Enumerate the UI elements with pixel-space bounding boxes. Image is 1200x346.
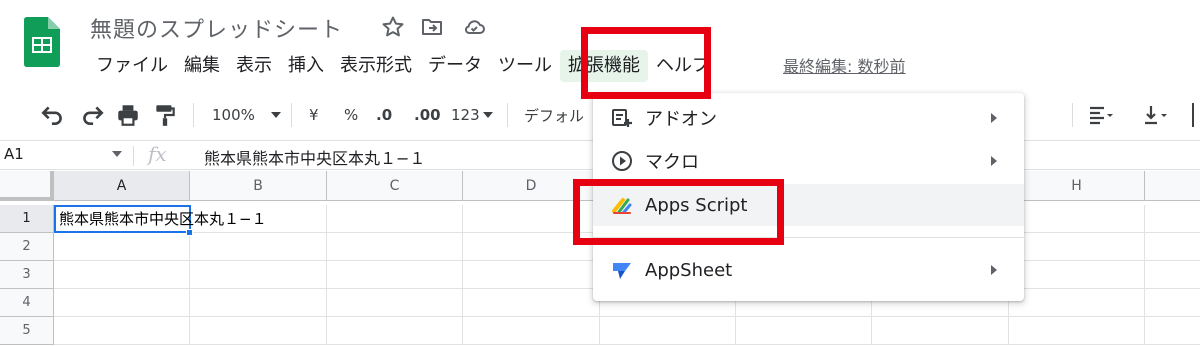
menu-item-apps-script[interactable]: Apps Script xyxy=(593,184,1024,226)
extensions-menu: アドオン マクロ Apps Script AppSheet xyxy=(593,93,1024,301)
apps-script-icon xyxy=(612,198,632,214)
grid-cell[interactable] xyxy=(190,289,327,317)
decrease-decimal-button[interactable]: .0 xyxy=(376,102,392,128)
grid-cell[interactable] xyxy=(1145,317,1200,345)
grid-cell[interactable] xyxy=(327,317,463,345)
menu-format[interactable]: 表示形式 xyxy=(332,50,420,82)
grid-cell[interactable] xyxy=(327,205,463,233)
grid-cell[interactable] xyxy=(54,233,190,261)
grid-cell[interactable] xyxy=(1009,261,1145,289)
grid-cell[interactable] xyxy=(327,289,463,317)
grid-cell[interactable] xyxy=(463,317,600,345)
grid-cell[interactable] xyxy=(872,317,1009,345)
grid-cell[interactable] xyxy=(1009,205,1145,233)
font-family-select[interactable]: デフォル xyxy=(524,102,584,128)
fx-icon: fx xyxy=(148,142,167,166)
grid-cell[interactable] xyxy=(327,261,463,289)
grid-cell[interactable] xyxy=(54,261,190,289)
menu-insert[interactable]: 挿入 xyxy=(280,50,332,82)
menu-view[interactable]: 表示 xyxy=(228,50,280,82)
grid-cell[interactable] xyxy=(190,317,327,345)
menu-help[interactable]: ヘルプ xyxy=(648,50,718,82)
grid-cell[interactable] xyxy=(463,261,600,289)
document-title[interactable]: 無題のスプレッドシート xyxy=(90,12,343,44)
submenu-arrow-icon xyxy=(991,113,997,123)
menu-bar: ファイル 編集 表示 挿入 表示形式 データ ツール 拡張機能 ヘルプ xyxy=(88,50,718,82)
undo-icon[interactable] xyxy=(40,102,66,128)
row-header-2[interactable]: 2 xyxy=(0,233,54,261)
menu-item-appsheet[interactable]: AppSheet xyxy=(593,249,1024,291)
row-header-5[interactable]: 5 xyxy=(0,317,54,345)
grid-cell[interactable] xyxy=(190,261,327,289)
column-header-d[interactable]: D xyxy=(463,171,600,201)
vertical-align-icon[interactable] xyxy=(1142,102,1168,128)
grid-cell[interactable] xyxy=(1145,261,1200,289)
menu-extensions[interactable]: 拡張機能 xyxy=(560,50,648,82)
currency-format-button[interactable]: ¥ xyxy=(309,102,319,128)
menu-divider xyxy=(593,237,1024,238)
redo-icon[interactable] xyxy=(79,102,105,128)
horizontal-align-icon[interactable] xyxy=(1087,102,1113,128)
more-formats-button[interactable]: 123 xyxy=(451,102,493,128)
submenu-arrow-icon xyxy=(991,156,997,166)
column-header-h[interactable]: H xyxy=(1009,171,1145,201)
grid-cell[interactable] xyxy=(54,289,190,317)
grid-cell[interactable] xyxy=(1145,205,1200,233)
percent-format-button[interactable]: % xyxy=(344,102,358,128)
addon-icon xyxy=(612,109,632,127)
menu-edit[interactable]: 編集 xyxy=(176,50,228,82)
grid-cell[interactable] xyxy=(327,233,463,261)
chevron-down-icon[interactable] xyxy=(112,151,122,157)
grid-cell[interactable] xyxy=(1009,317,1145,345)
grid-cell[interactable] xyxy=(736,317,872,345)
chevron-down-icon xyxy=(270,112,281,118)
increase-decimal-button[interactable]: .00 xyxy=(414,102,441,128)
grid-cell[interactable] xyxy=(1009,289,1145,317)
menu-tools[interactable]: ツール xyxy=(490,50,560,82)
grid-cell[interactable] xyxy=(1009,233,1145,261)
star-icon[interactable] xyxy=(381,15,405,39)
sheets-logo-icon[interactable] xyxy=(24,17,60,67)
appsheet-icon xyxy=(613,263,631,279)
grid-cell[interactable] xyxy=(1145,289,1200,317)
grid-cell[interactable] xyxy=(600,317,736,345)
cell-a1[interactable]: 熊本県熊本市中央区本丸１−１ xyxy=(54,205,267,233)
name-box[interactable]: A1 xyxy=(4,145,24,163)
submenu-arrow-icon xyxy=(991,265,997,275)
row-header-3[interactable]: 3 xyxy=(0,261,54,289)
select-all-corner[interactable] xyxy=(0,171,54,201)
last-edit-link[interactable]: 最終編集: 数秒前 xyxy=(783,53,905,77)
menu-item-addons[interactable]: アドオン xyxy=(593,97,1024,139)
column-header-a[interactable]: A xyxy=(54,171,190,201)
menu-item-apps-script-label: Apps Script xyxy=(645,194,748,216)
grid-cell[interactable] xyxy=(463,289,600,317)
menu-item-appsheet-label: AppSheet xyxy=(645,259,733,281)
formula-input[interactable]: 熊本県熊本市中央区本丸１−１ xyxy=(204,145,425,169)
grid-cell[interactable] xyxy=(463,233,600,261)
fill-handle[interactable] xyxy=(186,229,193,236)
grid-cell[interactable] xyxy=(1145,233,1200,261)
print-icon[interactable] xyxy=(115,102,141,128)
grid-cell[interactable] xyxy=(54,317,190,345)
menu-file[interactable]: ファイル xyxy=(88,50,176,82)
chevron-down-icon xyxy=(482,112,493,118)
menu-item-addons-label: アドオン xyxy=(645,109,717,130)
cloud-saved-icon[interactable] xyxy=(462,15,486,39)
column-header-b[interactable]: B xyxy=(190,171,327,201)
row-header-1[interactable]: 1 xyxy=(0,205,54,233)
menu-item-macros[interactable]: マクロ xyxy=(593,140,1024,182)
macro-play-icon xyxy=(612,151,632,171)
row-header-4[interactable]: 4 xyxy=(0,289,54,317)
zoom-select[interactable]: 100% xyxy=(212,102,281,128)
paint-format-icon[interactable] xyxy=(152,102,178,128)
grid-cell[interactable] xyxy=(463,205,600,233)
menu-data[interactable]: データ xyxy=(420,50,490,82)
column-header-c[interactable]: C xyxy=(327,171,463,201)
move-to-folder-icon[interactable] xyxy=(420,15,444,39)
grid-cell[interactable] xyxy=(190,233,327,261)
more-formats-label: 123 xyxy=(451,106,480,124)
zoom-value: 100% xyxy=(212,106,255,124)
column-header-overflow[interactable] xyxy=(1145,171,1200,201)
menu-item-macros-label: マクロ xyxy=(645,152,699,173)
